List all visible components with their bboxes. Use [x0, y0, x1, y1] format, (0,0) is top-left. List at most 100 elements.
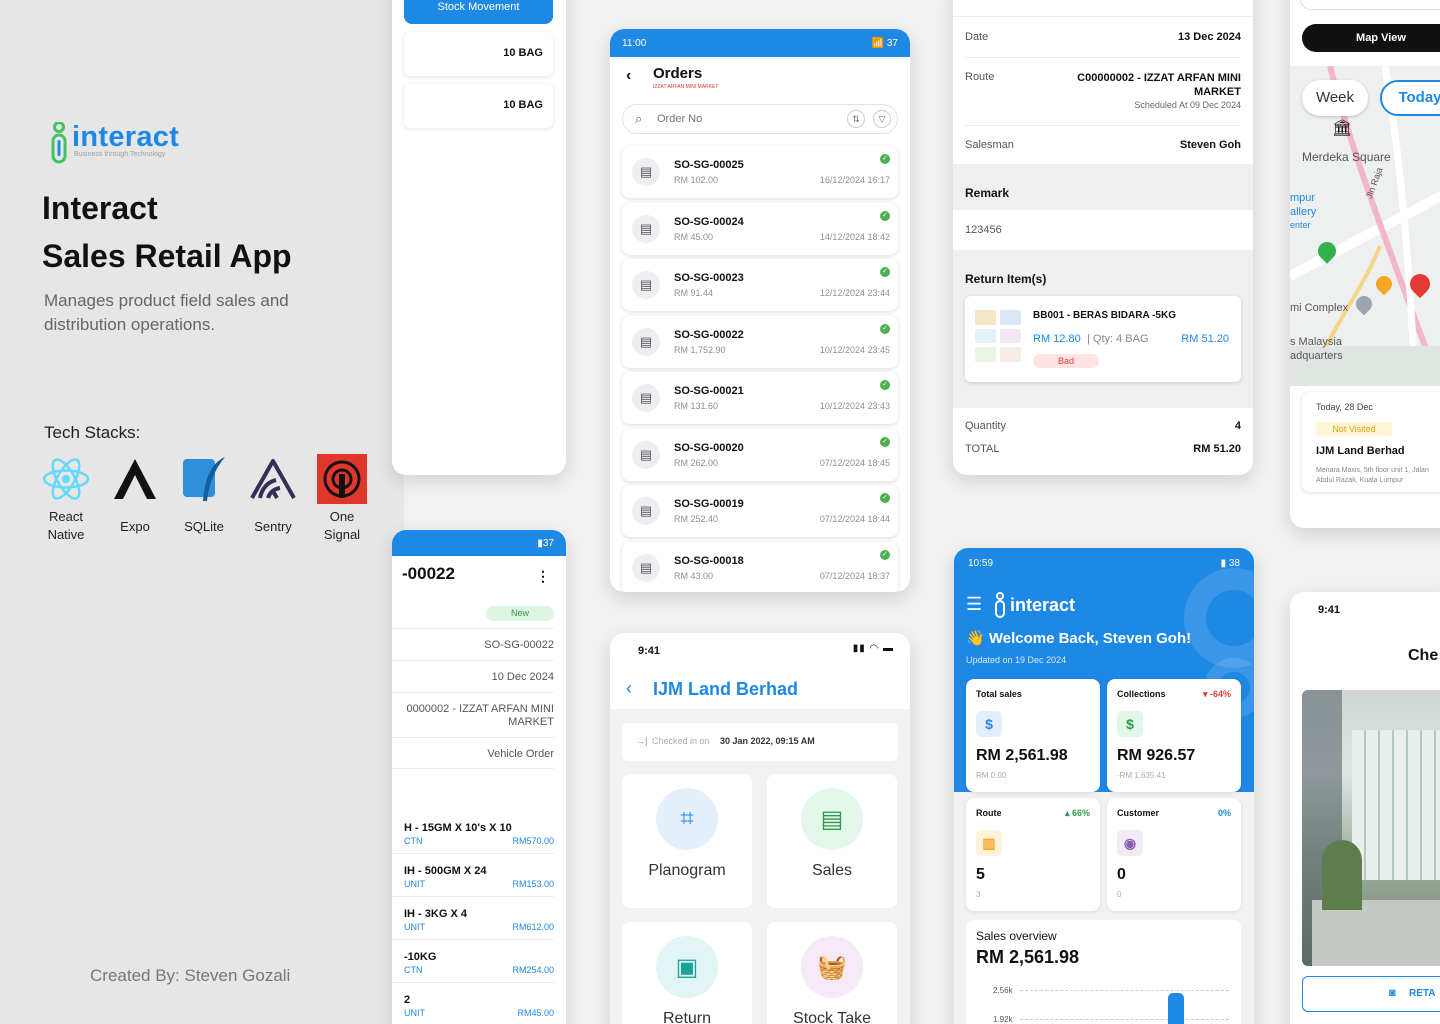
- hero-title-line2: Sales Retail App: [42, 238, 292, 274]
- detail-route: 0000002 - IZZAT ARFAN MINI MARKET: [406, 703, 554, 728]
- map-label: mpur: [1290, 192, 1316, 204]
- order-row[interactable]: ▤ SO-SG-00025 RM 102.00 16/12/2024 16:17 ✓: [622, 146, 898, 198]
- total-sales-card[interactable]: Total sales $ RM 2,561.98 RM 0.00: [966, 679, 1100, 792]
- checkin-time: 30 Jan 2022, 09:15 AM: [720, 736, 815, 746]
- search-input[interactable]: [657, 111, 827, 127]
- sort-icon[interactable]: ⇅: [847, 110, 865, 128]
- check-icon: ✓: [880, 380, 890, 390]
- order-date: 07/12/2024 18:37: [819, 570, 890, 581]
- order-row[interactable]: ▤ SO-SG-00019 RM 252.40 07/12/2024 18:44 ✓: [622, 485, 898, 537]
- react-icon: [41, 454, 91, 504]
- intro-panel: interact Business through Technology Int…: [0, 0, 404, 1024]
- tech-sentry: Sentry: [238, 454, 308, 536]
- route-map-screen: Map View Week Today 🏛 Merdeka Square Jln…: [1290, 0, 1440, 528]
- planogram-tile[interactable]: ⌗ Planogram: [622, 774, 752, 908]
- order-row[interactable]: ▤ SO-SG-00023 RM 91.44 12/12/2024 23:44 ✓: [622, 259, 898, 311]
- expo-icon: [110, 454, 160, 504]
- archive-box-icon: ▣: [656, 936, 718, 998]
- return-detail-screen: Date 13 Dec 2024 Route C00000002 - IZZAT …: [953, 0, 1253, 475]
- map-label: allery: [1290, 206, 1317, 218]
- dollar-icon: $: [976, 711, 1002, 737]
- return-salesman-row: Salesman Steven Goh: [965, 139, 1241, 151]
- user-icon: ◉: [1117, 830, 1143, 856]
- customer-card[interactable]: Customer 0% ◉ 0 0: [1107, 798, 1241, 911]
- filter-icon[interactable]: ▽: [873, 110, 891, 128]
- route-card[interactable]: Route ▴ 66% ▥ 5 3: [966, 798, 1100, 911]
- order-number: SO-SG-00024: [674, 215, 744, 228]
- map-area[interactable]: Week Today 🏛 Merdeka Square Jln Raja mpu…: [1290, 66, 1440, 386]
- order-row[interactable]: ▤ SO-SG-00020 RM 262.00 07/12/2024 18:45 ✓: [622, 428, 898, 481]
- orders-screen: 11:00 📶 37 ‹ Orders IZZAT ARFAN MINI MAR…: [610, 29, 910, 592]
- status-badge: New: [486, 606, 554, 621]
- week-toggle[interactable]: Week: [1302, 80, 1368, 116]
- tech-label: Sentry: [254, 519, 292, 534]
- return-item-qty: | Qty: 4 BAG: [1087, 333, 1149, 345]
- more-options-icon[interactable]: ⋮: [536, 568, 550, 585]
- overview-title: Sales overview: [976, 929, 1057, 943]
- collections-card[interactable]: Collections ▾ -64% $ RM 926.57 -RM 1,635…: [1107, 679, 1241, 792]
- sqlite-icon: [179, 454, 229, 504]
- axis-tick: 1.92k: [993, 1015, 1013, 1024]
- return-total-row: TOTAL RM 51.20: [965, 443, 1241, 455]
- status-icons: ▮▮ ◠ ▬: [852, 643, 894, 654]
- retake-button[interactable]: ◙ RETA: [1302, 976, 1440, 1012]
- interact-logo-icon: [995, 592, 1005, 618]
- order-date: 16/12/2024 16:17: [819, 175, 890, 185]
- customer-address: Menara Maxis, 5th floor unit 1, Jalan Ab…: [1316, 467, 1429, 484]
- order-amount: RM 252.40: [674, 514, 719, 524]
- order-row[interactable]: ▤ SO-SG-00018 RM 43.00 07/12/2024 18:37 ✓: [622, 541, 898, 592]
- document-icon: ▤: [632, 440, 660, 469]
- tech-label: One Signal: [323, 509, 361, 542]
- photo-checkin-screen: 9:41 Che ◙ RETA: [1290, 592, 1440, 1024]
- order-amount: RM 1,752.90: [674, 344, 726, 355]
- detail-date: 10 Dec 2024: [491, 671, 554, 683]
- trend-up-icon: ▴: [1064, 808, 1072, 818]
- receipt-icon: ▤: [801, 788, 863, 850]
- order-number: SO-SG-00022: [674, 328, 744, 341]
- hamburger-menu-icon[interactable]: ☰: [966, 594, 982, 615]
- return-items-section: Return Item(s) BB001 - BERAS BIDARA -5KG…: [953, 250, 1253, 408]
- onesignal-icon: [317, 454, 367, 504]
- sales-tile[interactable]: ▤ Sales: [767, 774, 897, 908]
- stock-take-tile[interactable]: 🧺 Stock Take: [767, 922, 897, 1024]
- detail-order-type: Vehicle Order: [487, 748, 554, 760]
- tech-label: SQLite: [184, 519, 224, 534]
- document-icon: ▤: [632, 271, 660, 299]
- stock-qty: 10 BAG: [503, 99, 543, 111]
- product-thumbnail-icon: [975, 310, 1021, 362]
- tech-expo: Expo: [100, 454, 170, 536]
- order-row[interactable]: ▤ SO-SG-00022 RM 1,752.90 10/12/2024 23:45 ✓: [622, 315, 898, 368]
- tech-react-native: React Native: [31, 454, 101, 544]
- updated-text: Updated on 19 Dec 2024: [966, 655, 1067, 665]
- document-icon: ▤: [632, 158, 660, 186]
- order-date: 10/12/2024 23:43: [819, 401, 890, 411]
- return-item-name: BB001 - BERAS BIDARA -5KG: [1033, 310, 1176, 321]
- back-chevron-icon[interactable]: ‹: [626, 67, 631, 85]
- document-icon: ▤: [632, 497, 660, 525]
- order-number: SO-SG-00020: [674, 441, 744, 454]
- order-date: 12/12/2024 23:44: [819, 288, 890, 298]
- today-toggle[interactable]: Today: [1380, 80, 1440, 116]
- stock-movement-tab[interactable]: Stock Movement: [404, 0, 553, 24]
- order-row[interactable]: ▤ SO-SG-00021 RM 131.60 10/12/2024 23:43 ✓: [622, 372, 898, 424]
- back-chevron-icon[interactable]: ‹: [626, 678, 632, 699]
- check-icon: ✓: [880, 154, 890, 164]
- map-view-button[interactable]: Map View: [1302, 24, 1440, 52]
- order-number: SO-SG-00025: [674, 159, 744, 171]
- page-subtitle: IZZAT ARFAN MINI MARKET: [653, 84, 719, 90]
- remark-header: Remark: [953, 164, 1253, 210]
- hero-description: Manages product field sales and distribu…: [44, 291, 289, 334]
- battery-level: 37: [886, 37, 898, 49]
- customer-visit-card[interactable]: Today, 28 Dec Not Visited IJM Land Berha…: [1302, 392, 1440, 492]
- customer-name: IJM Land Berhad: [1316, 445, 1405, 457]
- checkin-banner: →| Checked in on 30 Jan 2022, 09:15 AM: [622, 723, 898, 761]
- return-tile[interactable]: ▣ Return: [622, 922, 752, 1024]
- order-detail-screen: ▮ 37 -00022 ⋮ New SO-SG-00022 10 Dec 202…: [392, 530, 566, 1024]
- return-item-card[interactable]: BB001 - BERAS BIDARA -5KG RM 12.80 | Qty…: [965, 296, 1241, 382]
- status-bar: 11:00 📶 37: [610, 29, 910, 57]
- search-bar[interactable]: ⌕ ⇅ ▽: [622, 104, 898, 134]
- hero-title-line1: Interact: [42, 190, 158, 226]
- order-row[interactable]: ▤ SO-SG-00024 RM 45.00 14/12/2024 18:42 ✓: [622, 202, 898, 255]
- stock-movement-screen: Stock Movement 10 BAG 10 BAG: [392, 0, 566, 475]
- chart-bar[interactable]: [1168, 993, 1184, 1024]
